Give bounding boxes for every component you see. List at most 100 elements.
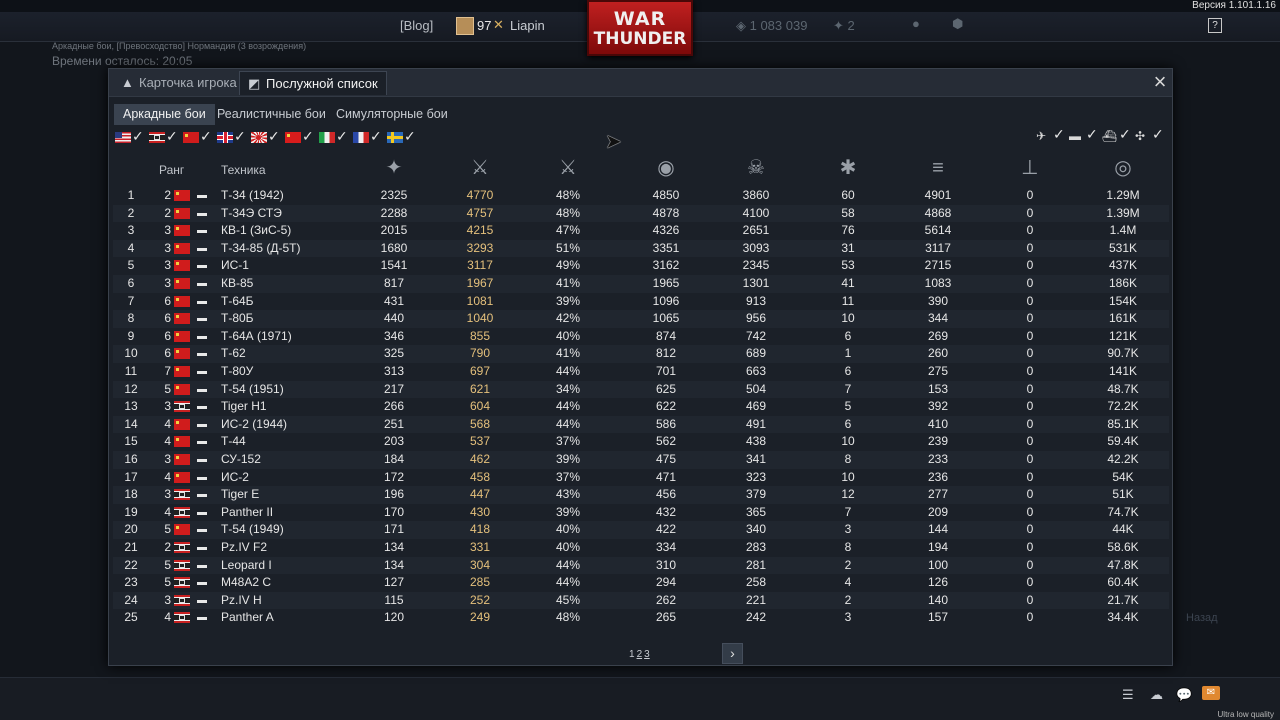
table-row[interactable]: ▬ 7 6 Т-64Б 431 1081 39% 1096 913 11 390 0 154K: [113, 293, 1169, 311]
naval-kills-value: 194: [927, 540, 949, 554]
table-row[interactable]: ▬ 17 4 ИС-2 172 458 37% 471 323 10 236 0 54K: [113, 469, 1169, 487]
close-button[interactable]: ×: [1149, 71, 1171, 94]
player-avatar[interactable]: [456, 17, 474, 35]
table-row[interactable]: ▬ 16 3 СУ-152 184 462 39% 475 341 8 233 0 42.2K: [113, 451, 1169, 469]
row-number: 11: [124, 364, 138, 378]
deaths-value: 438: [745, 434, 767, 449]
table-row[interactable]: ▬ 22 5 Leopard I 134 304 44% 310 281 2 100 0 47.8K: [113, 556, 1169, 575]
experience-value: 531K: [1108, 240, 1138, 255]
player-name[interactable]: Liapin: [510, 18, 545, 33]
mode-tab-realistic[interactable]: Реалистичные бои: [208, 104, 335, 125]
experience-icon[interactable]: ◎: [1109, 154, 1137, 182]
table-row[interactable]: ▬ 15 4 Т-44 203 537 37% 562 438 10 239 0 59.4K: [113, 433, 1169, 451]
table-row[interactable]: ▬ 5 3 ИС-1 1541 3117 49% 3162 2345 53 2715 0 437K: [113, 257, 1169, 275]
deaths-icon[interactable]: ☠: [742, 154, 770, 182]
nation-filter-ussr[interactable]: ✓: [183, 128, 217, 144]
table-row[interactable]: ▬ 3 3 КВ-1 (ЗиС-5) 2015 4215 47% 4326 2651 76 5614…: [113, 222, 1169, 240]
table-row[interactable]: ▬ 14 4 ИС-2 (1944) 251 568 44% 586 491 6 410 0 85.1K: [113, 415, 1169, 434]
tank-filter[interactable]: ▬ ✓: [1069, 126, 1099, 144]
table-row[interactable]: ▬ 2 2 Т-34Э СТЭ 2288 4757 48% 4878 4100 58 4868 0 1.…: [113, 204, 1169, 223]
nation-filter-france[interactable]: ✓: [353, 128, 387, 144]
mode-tab-arcade[interactable]: Аркадные бои: [114, 104, 215, 125]
table-row[interactable]: ▬ 24 3 Pz.IV H 115 252 45% 262 221 2 140 0 21.7K: [113, 591, 1169, 610]
row-number: 24: [124, 592, 138, 607]
win-rate-value: 34%: [555, 381, 581, 396]
table-row[interactable]: ▬ 21 2 Pz.IV F2 134 331 40% 334 283 8 194 0 58.6K: [113, 539, 1169, 557]
unit-type-filter: ✈ ✓ ▬ ✓ ⛴ ✓ ✣ ✓: [1036, 126, 1166, 144]
table-row[interactable]: ▬ 19 4 Panther II 170 430 39% 432 365 7 209 0 74.7K: [113, 504, 1169, 522]
page-link-3[interactable]: 3: [644, 649, 650, 660]
nation-filter-usa[interactable]: ✓: [115, 128, 149, 144]
vehicle-header[interactable]: Техника: [221, 163, 266, 177]
page-link-2[interactable]: 2: [637, 649, 643, 660]
battles-value: 196: [383, 487, 405, 502]
nation-filter-sweden[interactable]: ✓: [387, 128, 421, 144]
ussr-flag-icon: [174, 418, 190, 430]
stars-value: 8: [844, 540, 852, 554]
experience-value: 161K: [1108, 311, 1138, 326]
ground-kills-value: 265: [655, 610, 677, 625]
bulb-icon[interactable]: ●: [912, 16, 920, 31]
naval-kills-icon[interactable]: ≡: [924, 154, 952, 182]
germany-flag-icon: [174, 577, 190, 589]
italy-flag-icon: [319, 132, 335, 143]
table-row[interactable]: ▬ 6 3 КВ-85 817 1967 41% 1965 1301 41 1083 0 186K: [113, 275, 1169, 293]
table-row[interactable]: ▬ 12 5 Т-54 (1951) 217 621 34% 625 504 7 153 0 48.7K: [113, 380, 1169, 399]
victories-icon[interactable]: ⚔: [466, 154, 494, 182]
table-row[interactable]: ▬ 4 3 Т-34-85 (Д-5Т) 1680 3293 51% 3351 3093 31 31…: [113, 239, 1169, 258]
tab-service-record[interactable]: ◩ Послужной список: [239, 71, 387, 95]
stars-icon[interactable]: ✱: [834, 154, 862, 182]
ship-filter[interactable]: ⛴ ✓: [1102, 126, 1132, 144]
rank-header[interactable]: Ранг: [159, 163, 184, 177]
ground-kills-value: 1965: [652, 276, 680, 290]
ussr-flag-icon: [174, 190, 190, 201]
mode-tab-simulator[interactable]: Симуляторные бои: [327, 104, 457, 125]
nation-filter-japan[interactable]: ✓: [251, 128, 285, 144]
deaths-value: 341: [745, 452, 767, 466]
table-row[interactable]: ▬ 25 4 Panther A 120 249 48% 265 242 3 157 0 34.4K: [113, 609, 1169, 627]
blog-link[interactable]: [Blog]: [400, 18, 433, 33]
next-page-button[interactable]: ›: [722, 643, 743, 664]
ground-kills-icon[interactable]: ◉: [652, 154, 680, 182]
logo-line2: THUNDER: [593, 29, 687, 49]
helicopter-filter[interactable]: ✣ ✓: [1135, 126, 1165, 144]
aircraft-filter[interactable]: ✈ ✓: [1036, 126, 1066, 144]
table-row[interactable]: ▬ 11 7 Т-80У 313 697 44% 701 663 6 275 0 141K: [113, 363, 1169, 381]
germany-flag-icon: [174, 506, 190, 518]
fleet-icon[interactable]: ⊥: [1016, 154, 1044, 182]
mail-icon[interactable]: ✉: [1202, 686, 1220, 700]
golden-eagles[interactable]: ✦ 2: [833, 18, 855, 34]
nation-filter-uk[interactable]: ✓: [217, 128, 251, 144]
help-button[interactable]: ?: [1208, 18, 1222, 33]
table-row[interactable]: ▬ 20 5 Т-54 (1949) 171 418 40% 422 340 3 144 0 44K: [113, 521, 1169, 539]
japan-flag-icon: [251, 132, 267, 143]
back-button[interactable]: Назад: [1186, 612, 1218, 624]
table-row[interactable]: ▬ 10 6 Т-62 325 790 41% 812 689 1 260 0 90.7K: [113, 345, 1169, 363]
tab-player-card[interactable]: ▲ Карточка игрока: [113, 71, 245, 95]
tank-icon: ▬: [197, 260, 207, 272]
list-icon[interactable]: ☰: [1122, 687, 1134, 703]
battles-icon[interactable]: ✦: [380, 154, 408, 182]
row-number: 16: [124, 452, 138, 466]
gear-icon[interactable]: ⬢: [952, 16, 963, 32]
table-row[interactable]: ▬ 1 2 Т-34 (1942) 2325 4770 48% 4850 3860 60 4901 0…: [113, 187, 1169, 205]
squad-icon[interactable]: ☁: [1150, 687, 1163, 703]
naval-kills-value: 1083: [924, 276, 952, 290]
table-row[interactable]: ▬ 9 6 Т-64А (1971) 346 855 40% 874 742 6 269 0 121K: [113, 328, 1169, 346]
table-row[interactable]: ▬ 23 5 M48A2 C 127 285 44% 294 258 4 126 0 60.4K: [113, 574, 1169, 592]
game-logo[interactable]: WAR THUNDER: [587, 0, 693, 56]
nation-filter-germany[interactable]: ✓: [149, 128, 183, 144]
silver-lions[interactable]: ◈ 1 083 039: [736, 18, 807, 34]
nation-filter-italy[interactable]: ✓: [319, 128, 353, 144]
germany-flag-icon: [174, 559, 190, 571]
experience-value: 44K: [1112, 522, 1134, 537]
table-row[interactable]: ▬ 13 3 Tiger H1 266 604 44% 622 469 5 392 0 72.2K: [113, 398, 1169, 416]
nation-filter-china[interactable]: ✓: [285, 128, 319, 144]
table-row[interactable]: ▬ 18 3 Tiger E 196 447 43% 456 379 12 277 0 51K: [113, 486, 1169, 504]
row-rank: 2: [164, 540, 171, 554]
win-rate-icon[interactable]: ⚔: [554, 154, 582, 182]
table-row[interactable]: ▬ 8 6 Т-80Б 440 1040 42% 1065 956 10 344 0 161K: [113, 310, 1169, 328]
win-rate-value: 42%: [555, 311, 581, 326]
chat-icon[interactable]: 💬: [1176, 687, 1192, 703]
ussr-flag-icon: [174, 295, 190, 307]
